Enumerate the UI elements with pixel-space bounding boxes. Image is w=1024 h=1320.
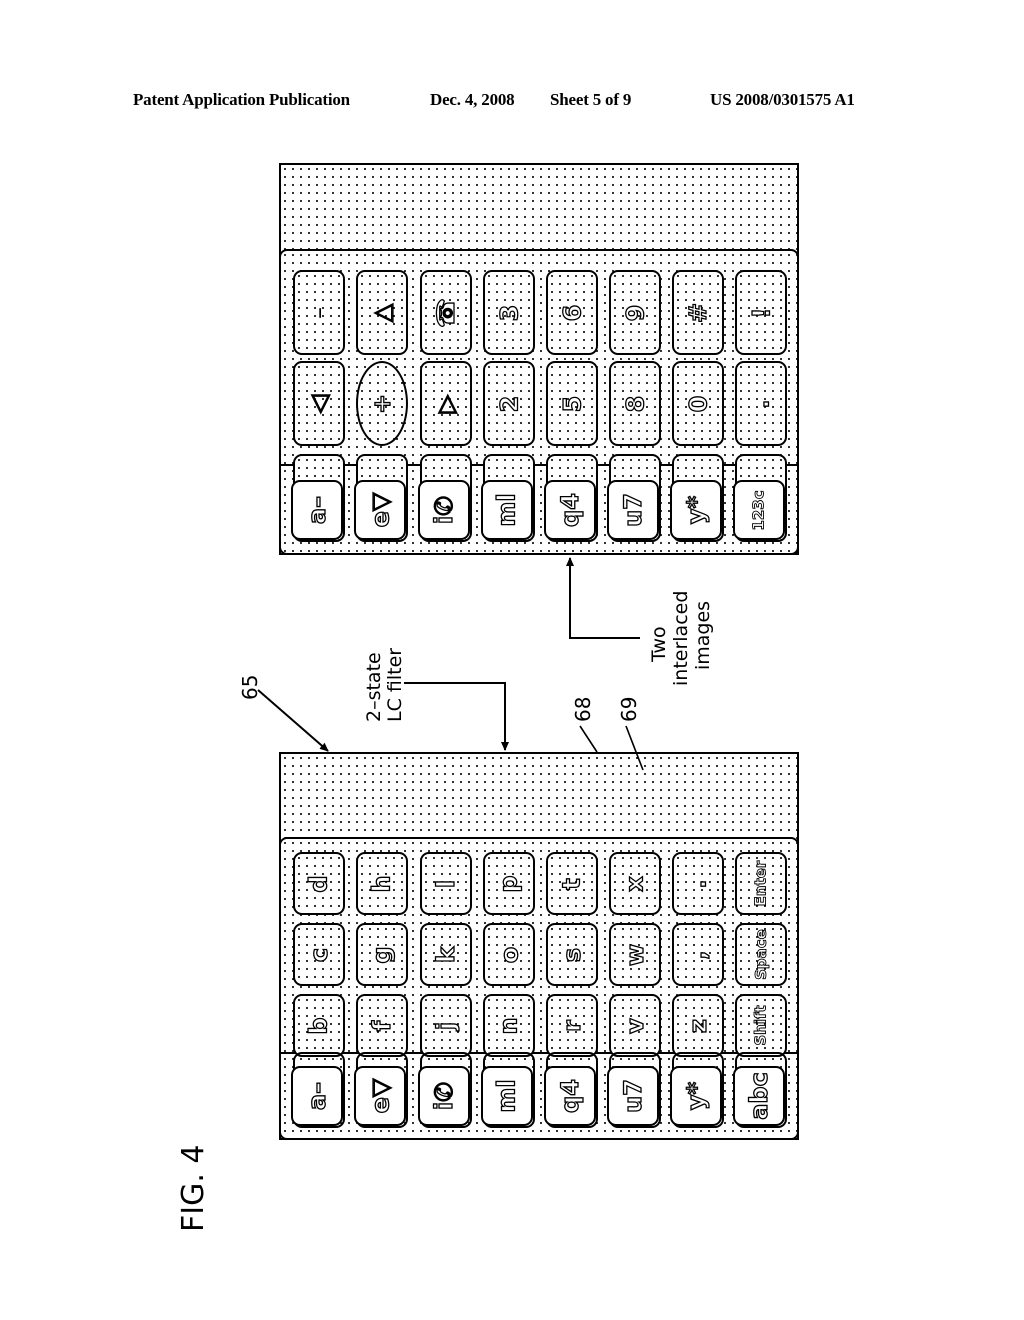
leader-lines	[257, 557, 644, 771]
ref-65: 65	[238, 674, 262, 700]
lc-filter-label-line1: 2–state	[363, 652, 385, 722]
interlaced-label-line2: interlaced	[670, 590, 692, 686]
ref-69: 69	[617, 696, 641, 722]
interlaced-label-line1: Two	[648, 626, 670, 662]
leader-68	[579, 725, 598, 753]
arrow-interlaced	[566, 557, 640, 639]
arrow-65	[257, 689, 329, 752]
ref-68: 68	[571, 696, 595, 722]
arrow-lc-filter	[404, 682, 509, 751]
leader-69	[625, 725, 644, 771]
interlaced-label-line3: images	[692, 600, 714, 670]
lc-filter-label-line2: LC filter	[384, 647, 406, 722]
